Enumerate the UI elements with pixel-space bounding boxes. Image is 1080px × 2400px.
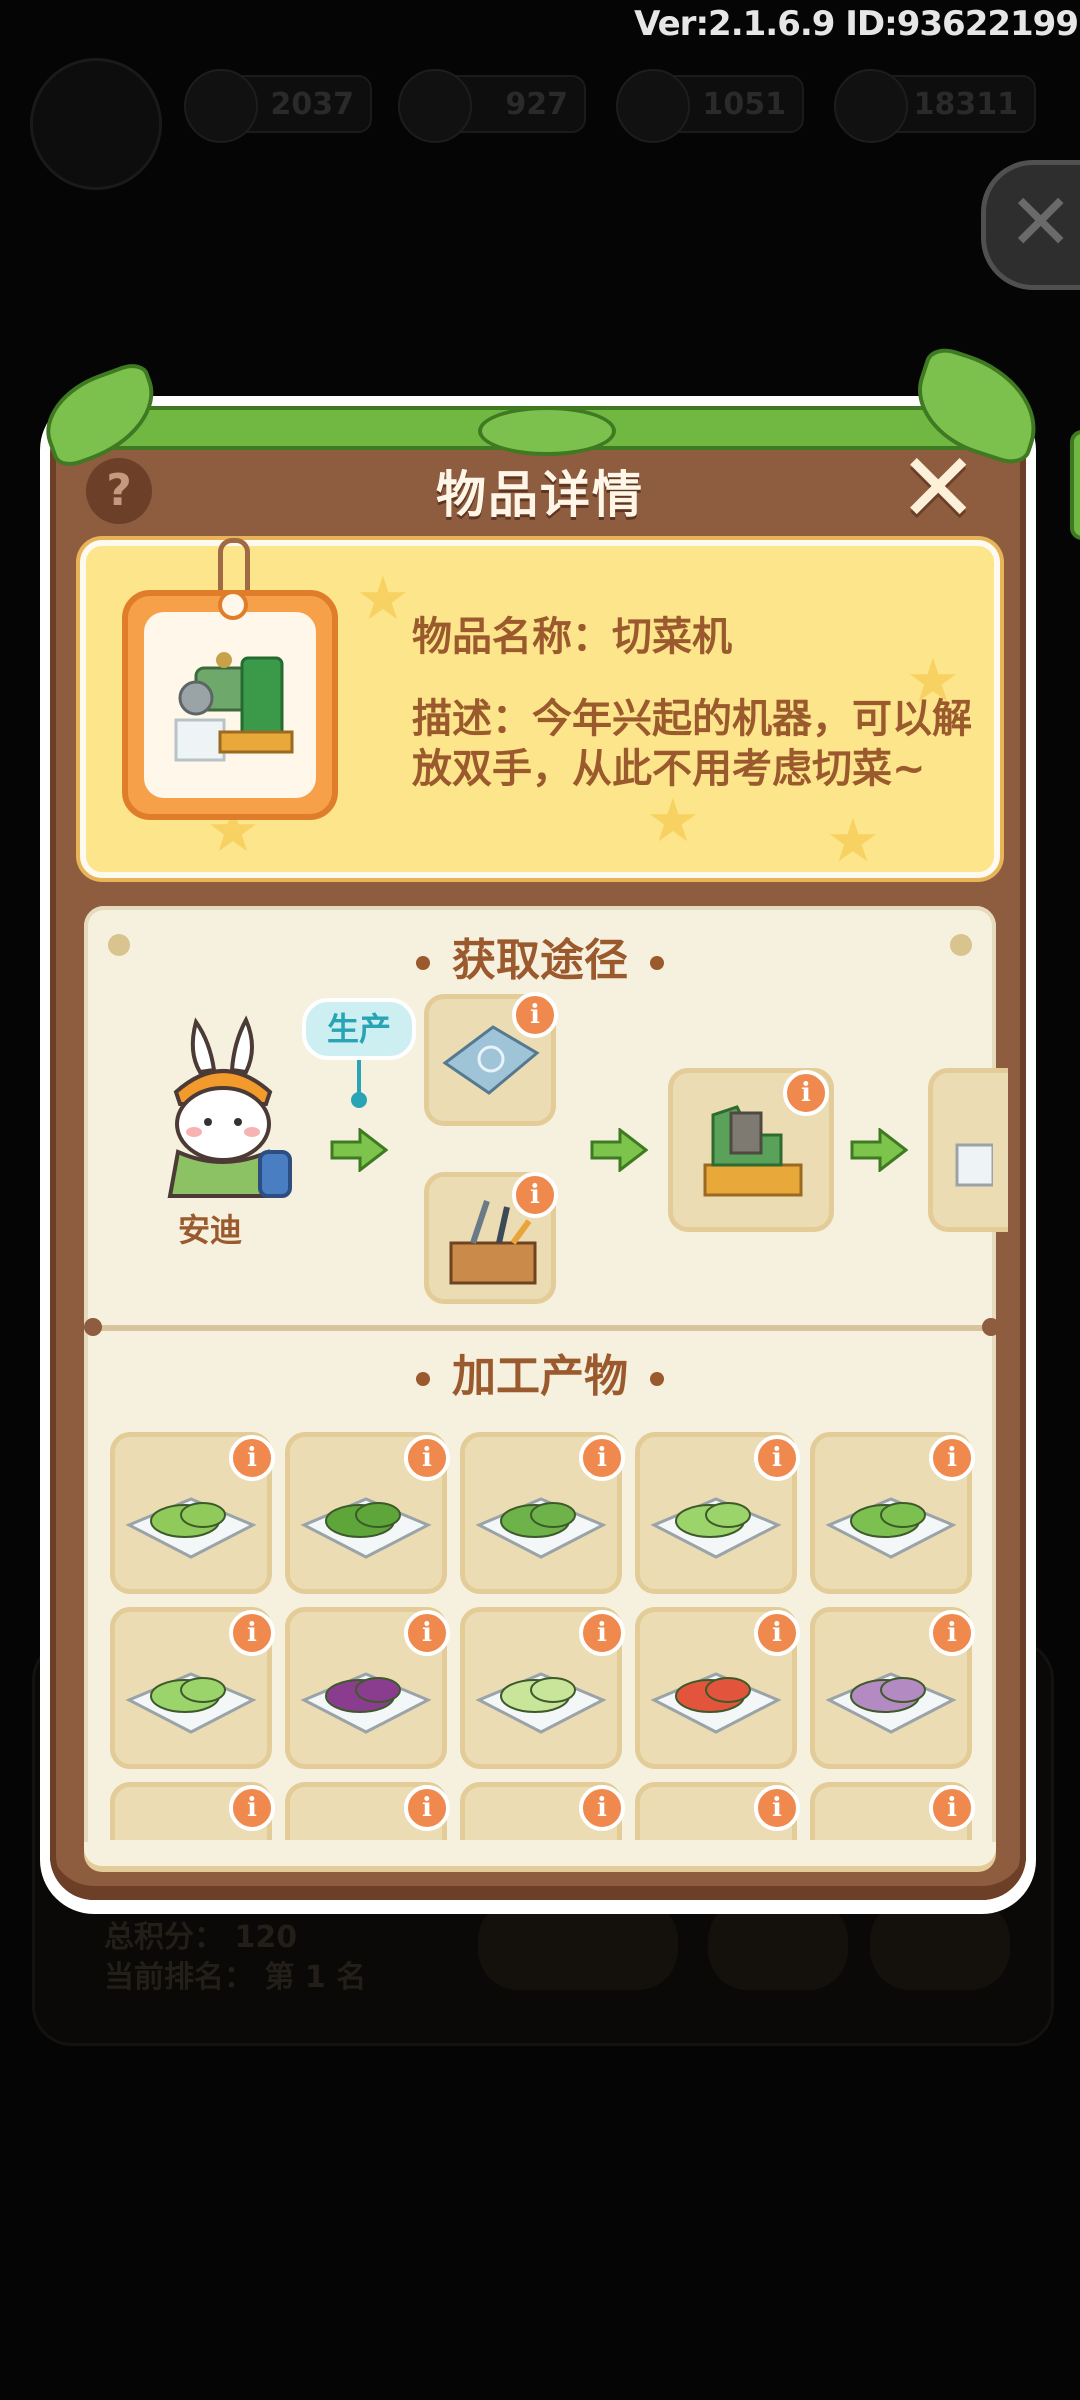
arrow-right-icon [590,1128,648,1172]
green-pepper-tray-icon [825,1497,957,1559]
leaf-icon [478,406,616,456]
product-tile[interactable]: i [110,1607,275,1769]
tag-hole [218,590,248,620]
item-info-badge[interactable]: i [783,1070,829,1116]
character-andy-avatar[interactable] [148,1012,298,1200]
product-tile[interactable]: i [810,1782,975,1840]
cabbage-tray-icon [125,1672,257,1734]
item-info-badge[interactable]: i [754,1610,800,1656]
product-tile[interactable]: i [110,1432,275,1594]
hud-counter-4: 18311 [834,69,1036,143]
product-tile[interactable]: i [635,1782,800,1840]
item-info-badge[interactable]: i [229,1610,275,1656]
energy-icon [616,69,690,143]
production-tag: 生产 [302,998,416,1060]
version-id-text: Ver:2.1.6.9 ID:93622199 [634,4,1079,44]
hud-counter-2: 927 [398,69,586,143]
item-info-badge[interactable]: i [929,1435,975,1481]
eggplant-tray-icon [825,1672,957,1734]
purple-cabbage-tray-icon [300,1672,432,1734]
ticket-icon [834,69,908,143]
background-close-button[interactable]: ✕ [981,160,1080,290]
lettuce-tray-icon [650,1497,782,1559]
product-tile[interactable]: i [285,1607,450,1769]
item-info-badge[interactable]: i [404,1435,450,1481]
napa-cabbage-tray-icon [475,1672,607,1734]
next-product-tile[interactable] [928,1068,1008,1232]
arrow-right-icon [850,1128,908,1172]
product-tile[interactable]: i [460,1607,625,1769]
gem-icon [398,69,472,143]
grass-decoration [32,342,1054,472]
coin-icon [184,69,258,143]
product-tile[interactable]: i [460,1782,625,1840]
hud-counter-3: 1051 [616,69,804,143]
item-info-badge[interactable]: i [229,1785,275,1831]
item-info-badge[interactable]: i [579,1435,625,1481]
products-section-title: 加工产物 [0,1340,1080,1404]
item-name-text: 物品名称：切菜机 [412,614,732,660]
background-score-row: 总积分： 120 [104,1920,298,1955]
item-description-text: 描述：今年兴起的机器，可以解放双手，从此不用考虑切菜~ [412,696,972,792]
background-rank-row: 当前排名： 第 1 名 [104,1960,367,1995]
panel-bottom-ledge [84,1842,996,1866]
leafy-veg-tray-icon [475,1497,607,1559]
player-avatar [30,58,162,190]
product-tile[interactable]: i [110,1782,275,1840]
product-tile[interactable]: i [810,1607,975,1769]
tomato-tray-icon [650,1672,782,1734]
greens-tray-icon [300,1497,432,1559]
item-info-badge[interactable]: i [512,1172,558,1218]
product-tile[interactable]: i [285,1432,450,1594]
partial-item-icon [955,1143,993,1187]
star-icon: ★ [646,786,700,856]
hud-counter-1: 2037 [184,69,372,143]
products-grid: i i i i i i i i i i i i i i i [96,1420,986,1840]
item-info-badge[interactable]: i [754,1785,800,1831]
vegetable-cutter-machine-icon [174,652,294,762]
item-info-badge[interactable]: i [754,1435,800,1481]
item-info-badge[interactable]: i [929,1610,975,1656]
arrow-right-icon [330,1128,388,1172]
item-info-badge[interactable]: i [229,1435,275,1481]
item-info-badge[interactable]: i [404,1610,450,1656]
close-button[interactable]: ✕ [898,440,978,536]
product-tile[interactable]: i [635,1607,800,1769]
star-icon: ★ [356,564,410,634]
item-info-badge[interactable]: i [579,1610,625,1656]
product-tile[interactable]: i [810,1432,975,1594]
product-tile[interactable]: i [285,1782,450,1840]
product-tile[interactable]: i [635,1432,800,1594]
item-info-badge[interactable]: i [404,1785,450,1831]
item-info-badge[interactable]: i [512,992,558,1038]
star-icon: ★ [826,806,880,876]
acquire-section-title: 获取途径 [0,924,1080,988]
close-icon: ✕ [1008,178,1074,268]
item-info-badge[interactable]: i [929,1785,975,1831]
bok-choy-tray-icon [125,1497,257,1559]
section-divider [96,1325,986,1331]
product-tile[interactable]: i [460,1432,625,1594]
item-info-badge[interactable]: i [579,1785,625,1831]
character-name: 安迪 [177,1211,242,1249]
